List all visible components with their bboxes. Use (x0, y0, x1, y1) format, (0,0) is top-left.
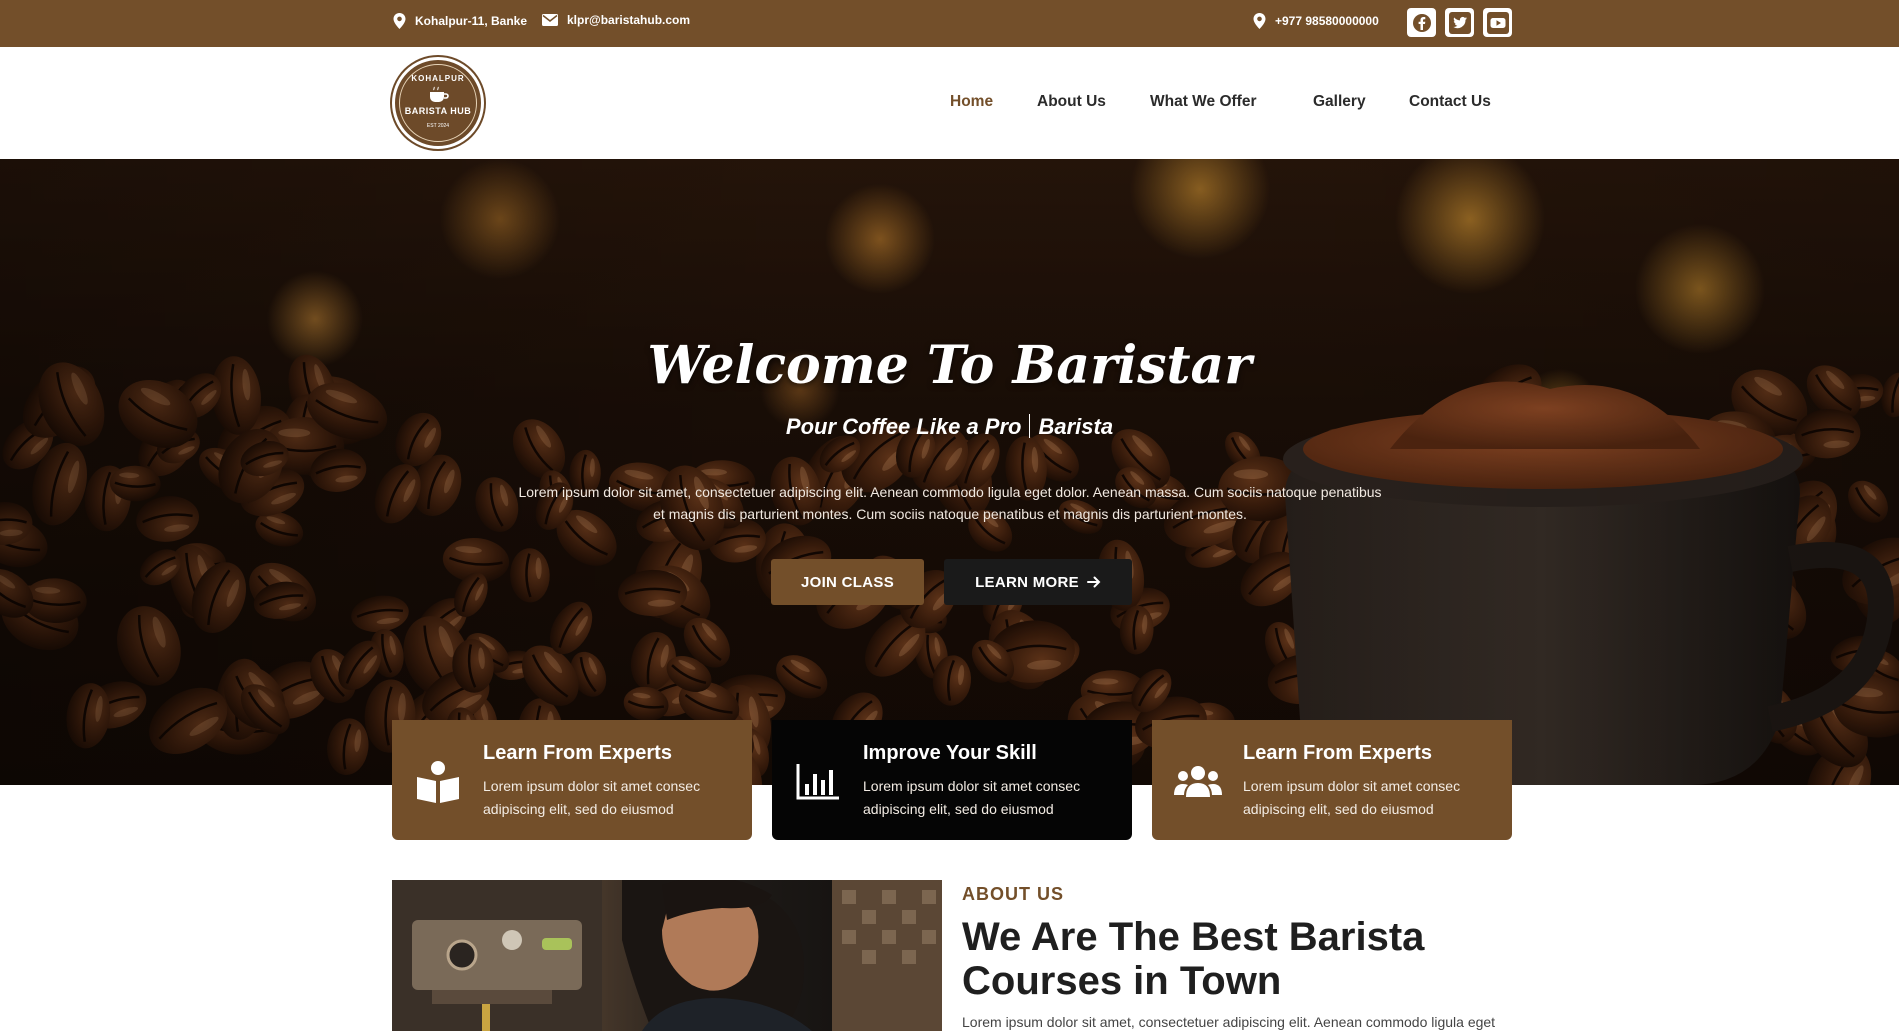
about-section-label: ABOUT US (962, 884, 1064, 904)
hero-subtitle-part-b: Barista (1038, 414, 1114, 439)
hero-overlay (0, 159, 1899, 785)
hero-subtitle: Pour Coffee Like a Pro Barista (0, 414, 1899, 440)
hero-description-line-1: Lorem ipsum dolor sit amet, consectetuer… (518, 484, 1382, 500)
nav-about-us[interactable]: About Us (1037, 93, 1106, 111)
feature-text: Lorem ipsum dolor sit amet consec adipis… (1243, 778, 1461, 817)
phone-item[interactable]: +977 98580000000 (1253, 13, 1379, 29)
feature-card: Learn From Experts Lorem ipsum dolor sit… (1152, 720, 1512, 840)
feature-card: Learn From Experts Lorem ipsum dolor sit… (392, 720, 752, 840)
nav-contact-us[interactable]: Contact Us (1409, 93, 1491, 111)
feature-icon-wrap (1170, 756, 1226, 808)
twitter-icon (1448, 11, 1471, 34)
main-navbar: KOHALPUR BARISTA HUB EST 2024 Home About… (0, 47, 1899, 159)
twitter-link[interactable] (1445, 8, 1474, 37)
nav-gallery[interactable]: Gallery (1313, 93, 1366, 111)
logo-top-text: KOHALPUR (411, 74, 465, 83)
feature-title: Improve Your Skill (863, 742, 1037, 764)
users-icon (1174, 766, 1222, 797)
join-class-label: JOIN CLASS (800, 573, 894, 591)
hero-description-line-2: et magnis dis parturient montes. Cum soc… (653, 506, 1247, 522)
feature-icon-wrap (410, 756, 466, 808)
hero-section: Welcome To Baristar Pour Coffee Like a P… (0, 159, 1899, 785)
about-section-title: We Are The Best Barista Courses in Town (962, 915, 1425, 1003)
feature-text: Lorem ipsum dolor sit amet consec adipis… (483, 778, 701, 817)
hero-subtitle-part-a: Pour Coffee Like a Pro (785, 414, 1022, 439)
phone-text: +977 98580000000 (1275, 14, 1379, 28)
top-info-bar: Kohalpur-11, Banke klpr@baristahub.com +… (0, 0, 1899, 47)
coffee-cup-icon (430, 86, 449, 102)
email-item[interactable]: klpr@baristahub.com (542, 13, 690, 27)
map-pin-icon (393, 13, 406, 29)
typing-cursor (1029, 414, 1031, 438)
address-text: Kohalpur-11, Banke (415, 14, 528, 28)
envelope-icon (542, 14, 558, 26)
logo-est-text: EST 2024 (426, 123, 450, 129)
logo-main-text: BARISTA HUB (404, 106, 472, 116)
site-logo[interactable]: KOHALPUR BARISTA HUB EST 2024 (392, 57, 484, 149)
chart-bar-icon (796, 764, 839, 800)
nav-home[interactable]: Home (950, 93, 993, 111)
about-barista-photo (392, 880, 942, 1031)
book-reader-icon (417, 761, 459, 803)
arrow-right-icon (1086, 576, 1101, 588)
youtube-icon (1486, 11, 1509, 34)
facebook-icon (1412, 13, 1431, 32)
learn-more-label: LEARN MORE (975, 573, 1079, 591)
address-item: Kohalpur-11, Banke (393, 13, 527, 29)
map-pin-icon (1253, 13, 1266, 29)
feature-icon-wrap (790, 756, 846, 808)
feature-title: Learn From Experts (483, 742, 672, 764)
barista-illustration (392, 880, 942, 1031)
hero-description: Lorem ipsum dolor sit amet, consectetuer… (510, 481, 1390, 525)
feature-title: Learn From Experts (1243, 742, 1432, 764)
email-text: klpr@baristahub.com (567, 13, 691, 27)
feature-text: Lorem ipsum dolor sit amet consec adipis… (863, 778, 1081, 817)
join-class-button[interactable]: JOIN CLASS (771, 559, 924, 605)
youtube-link[interactable] (1483, 8, 1512, 37)
feature-card: Improve Your Skill Lorem ipsum dolor sit… (772, 720, 1132, 840)
nav-what-we-offer[interactable]: What We Offer (1150, 93, 1257, 111)
learn-more-button[interactable]: LEARN MORE (944, 559, 1132, 605)
about-section-text: Lorem ipsum dolor sit amet, consectetuer… (962, 1014, 1496, 1030)
facebook-link[interactable] (1407, 8, 1436, 37)
hero-title: Welcome To Baristar (647, 335, 1252, 396)
